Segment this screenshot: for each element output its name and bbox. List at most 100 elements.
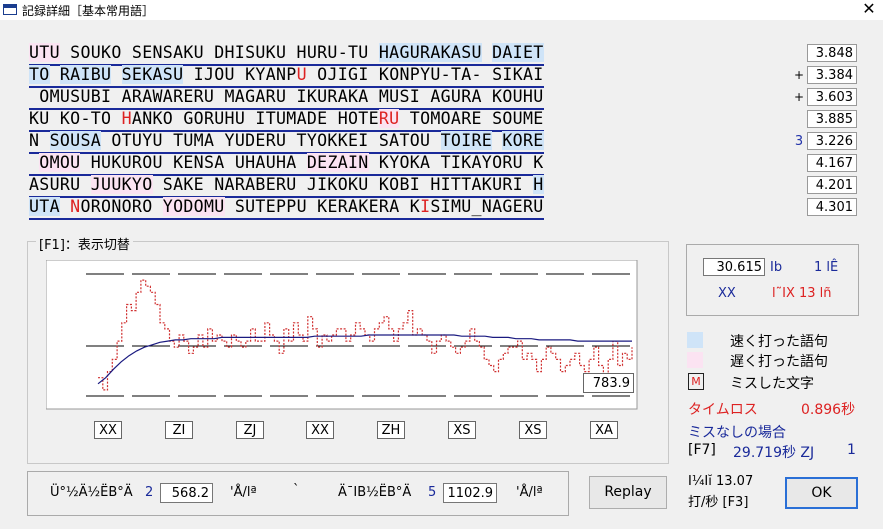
typed-word: RAIBU bbox=[59, 65, 112, 84]
typed-word: YODOMU bbox=[162, 197, 225, 216]
typed-word bbox=[111, 65, 121, 84]
line-score: 3.384 bbox=[807, 66, 857, 84]
typed-word: SAKE NARABERU JIKOKU KOBI HITTAKURI bbox=[152, 175, 534, 194]
nomiss-rank: 1 bbox=[847, 442, 856, 458]
stat1-value: 568.2 bbox=[160, 483, 213, 503]
time-unit: Ib bbox=[770, 260, 783, 275]
line-marker: 3 bbox=[794, 134, 804, 149]
line-score: 3.885 bbox=[807, 110, 857, 128]
miss-swatch: M bbox=[688, 373, 704, 390]
typed-line: ASURU JUUKYO SAKE NARABERU JIKOKU KOBI H… bbox=[29, 175, 544, 198]
stat1-unit: 'Å/lª bbox=[230, 485, 257, 500]
miss-legend-label: ミスした文字 bbox=[730, 376, 814, 392]
typed-line: OMUSUBI ARAWARERU MAGARU IKURAKA MUSI AG… bbox=[29, 87, 544, 110]
typed-word: N bbox=[29, 131, 50, 150]
typed-word: ANKO GORUHU ITUMADE HOTE bbox=[131, 109, 379, 128]
line-score: 4.201 bbox=[807, 176, 857, 194]
typed-word: KYOKA TIKAYORU K bbox=[368, 153, 544, 172]
typed-word: OMUSUBI ARAWARERU MAGARU IKURAKA MUSI AG… bbox=[29, 87, 544, 106]
stats-box bbox=[686, 244, 859, 316]
typed-word: I bbox=[420, 197, 431, 216]
typed-line: UTA NORONORO YODOMU SUTEPPU KERAKERA KIS… bbox=[29, 197, 544, 220]
nomiss-value: 29.719秒 ZJ bbox=[733, 445, 815, 461]
typed-word: SEKASU bbox=[121, 65, 184, 84]
timeloss-value: 0.896秒 bbox=[801, 402, 856, 418]
typed-word: TOMOARE SOUME bbox=[399, 109, 544, 128]
chart-toggle-label: [F1]：表示切替 bbox=[36, 234, 133, 253]
typed-word: SOUKO SENSAKU DHISUKU HURU-TU bbox=[59, 43, 379, 62]
typed-word: DAIET bbox=[492, 43, 544, 62]
nomiss-label: ミスなしの場合 bbox=[688, 425, 786, 441]
typed-word bbox=[60, 197, 70, 216]
typed-word: RU bbox=[378, 109, 400, 128]
typed-word bbox=[482, 43, 492, 62]
fast-swatch bbox=[687, 332, 703, 348]
typed-word: TO bbox=[29, 65, 50, 84]
typed-line: UTU SOUKO SENSAKU DHISUKU HURU-TU HAGURA… bbox=[29, 43, 544, 66]
line-marker: + bbox=[793, 68, 805, 82]
ok-button[interactable]: OK bbox=[785, 477, 858, 509]
window-title: 記録詳細［基本常用語］ bbox=[22, 4, 155, 18]
stats-sub-right: l˜IX 13 lñ bbox=[772, 286, 832, 301]
typed-line: OMOU HUKUROU KENSA UHAUHA DEZAIN KYOKA T… bbox=[29, 153, 544, 176]
replay-button[interactable]: Replay bbox=[589, 476, 667, 509]
speed-chart bbox=[46, 260, 638, 410]
chart-readout: 783.9 bbox=[583, 373, 634, 393]
x-tick-label: XS bbox=[519, 421, 547, 439]
typed-word: H bbox=[121, 109, 132, 128]
time-field: 30.615 bbox=[703, 258, 765, 276]
typed-word: IJOU KYANP bbox=[183, 65, 297, 84]
stat2-value: 1102.9 bbox=[443, 483, 497, 503]
typed-word: N bbox=[70, 197, 81, 216]
stat2-unit: 'Å/lª bbox=[516, 485, 543, 500]
typed-word: HUKUROU KENSA UHAUHA bbox=[80, 153, 307, 172]
typed-word: OTUYU TUMA YUDERU TYOKKEI SATOU bbox=[101, 131, 441, 150]
typed-word: ORONORO bbox=[80, 197, 163, 216]
line-score: 3.226 bbox=[807, 132, 857, 150]
x-tick-label: ZI bbox=[165, 421, 193, 439]
x-tick-label: XX bbox=[94, 421, 122, 439]
window-icon bbox=[3, 4, 17, 15]
typed-word: SUTEPPU KERAKERA K bbox=[224, 197, 421, 216]
line-score: 3.848 bbox=[807, 44, 857, 62]
count-label: 1 lÊ bbox=[814, 260, 839, 275]
close-button[interactable]: ✕ bbox=[858, 0, 880, 18]
x-tick-label: ZJ bbox=[236, 421, 264, 439]
x-tick-label: XS bbox=[448, 421, 476, 439]
typed-word bbox=[29, 153, 39, 172]
typed-word: HAGURAKASU bbox=[378, 43, 482, 62]
line-score: 3.603 bbox=[807, 88, 857, 106]
typed-word: DEZAIN bbox=[306, 153, 369, 172]
x-tick-label: ZH bbox=[377, 421, 405, 439]
line-score: 4.167 bbox=[807, 154, 857, 172]
typed-line: TO RAIBU SEKASU IJOU KYANPU OJIGI KONPYU… bbox=[29, 65, 544, 88]
typed-word: KORE bbox=[502, 131, 544, 150]
typed-word bbox=[50, 65, 60, 84]
stat1-num: 2 bbox=[145, 485, 154, 500]
typed-line: N SOUSA OTUYU TUMA YUDERU TYOKKEI SATOU … bbox=[29, 131, 544, 154]
typed-line: KU KO-TO HANKO GORUHU ITUMADE HOTERU TOM… bbox=[29, 109, 544, 132]
slow-swatch bbox=[687, 352, 703, 368]
typed-word: TOIRE bbox=[440, 131, 493, 150]
typed-word: OMOU bbox=[39, 153, 81, 172]
x-tick-label: XX bbox=[306, 421, 334, 439]
stat-separator: ` bbox=[293, 483, 300, 498]
line-marker: + bbox=[793, 90, 805, 104]
fast-legend-label: 速く打った語句 bbox=[730, 334, 828, 350]
line-score: 4.301 bbox=[807, 198, 857, 216]
typed-word: OJIGI KONPYU-TA- SIKAI bbox=[306, 65, 544, 84]
stats-sub-left: XX bbox=[718, 286, 736, 301]
typed-word: UTU bbox=[29, 43, 60, 62]
x-tick-label: XA bbox=[590, 421, 618, 439]
typed-word: KU KO-TO bbox=[29, 109, 122, 128]
nomiss-key: [F7] bbox=[688, 442, 716, 458]
stat2-label: Ä¯IB½ËB°Ä bbox=[338, 485, 412, 500]
slow-legend-label: 遅く打った語句 bbox=[730, 354, 828, 370]
stat1-label: Ü°½Ä½ËB°Ä bbox=[50, 485, 133, 500]
typed-word bbox=[492, 131, 502, 150]
timeloss-label: タイムロス bbox=[688, 402, 758, 418]
typed-word: UTA bbox=[29, 197, 60, 216]
typed-word: JUUKYO bbox=[90, 175, 153, 194]
typed-word: SIMU_NAGERU bbox=[430, 197, 544, 216]
typed-word: ASURU bbox=[29, 175, 91, 194]
